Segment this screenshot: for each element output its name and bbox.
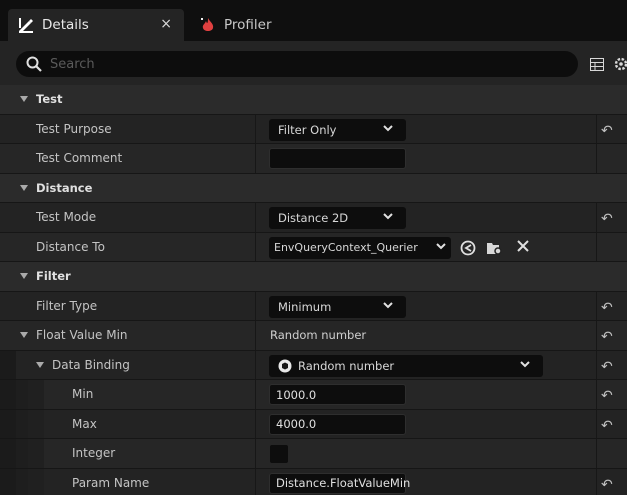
dropdown-value: Minimum — [278, 299, 332, 314]
test-purpose-dropdown[interactable]: Filter Only — [269, 118, 406, 141]
param-name-field[interactable]: Distance.FloatValueMin — [269, 472, 410, 494]
dropdown-value: EnvQueryContext_Querier — [274, 241, 418, 254]
reset-to-default-icon[interactable]: ↶ — [601, 300, 613, 316]
property-label: Test Mode — [36, 210, 97, 225]
integer-checkbox[interactable] — [270, 445, 288, 463]
distance-to-dropdown[interactable]: EnvQueryContext_Querier — [269, 236, 451, 259]
row-param-name: Param Name Distance.FloatValueMin ↶ — [0, 468, 627, 495]
property-label: Test Comment — [36, 151, 123, 166]
details-panel: Test Test Purpose Filter Only ↶ Test Com… — [0, 85, 627, 495]
close-icon[interactable]: × — [160, 16, 172, 32]
dropdown-value: Filter Only — [278, 122, 337, 137]
search-toolbar: Search — [0, 41, 627, 85]
test-comment-field[interactable] — [269, 148, 406, 169]
category-label: Distance — [36, 180, 93, 195]
data-binding-icon — [278, 359, 292, 373]
reset-to-default-icon[interactable]: ↶ — [601, 418, 613, 434]
tab-profiler[interactable]: Profiler — [190, 9, 300, 41]
tab-profiler-label: Profiler — [224, 17, 272, 33]
search-placeholder: Search — [50, 56, 95, 72]
field-value: 1000.0 — [276, 387, 317, 402]
category-label: Test — [36, 92, 63, 107]
max-field[interactable]: 4000.0 — [269, 413, 406, 435]
reset-to-default-icon[interactable]: ↶ — [601, 359, 613, 375]
reset-to-default-icon[interactable]: ↶ — [601, 388, 613, 404]
category-filter[interactable]: Filter — [0, 262, 627, 292]
property-value: Random number — [270, 328, 367, 343]
reset-to-default-icon[interactable]: ↶ — [601, 123, 613, 139]
clear-icon[interactable] — [516, 239, 530, 253]
chevron-down-icon — [382, 299, 394, 314]
filter-type-dropdown[interactable]: Minimum — [269, 295, 406, 318]
tab-bar: Details × Profiler — [0, 0, 627, 41]
details-pencil-icon — [16, 15, 36, 35]
row-min: Min 1000.0 ↶ — [0, 380, 627, 410]
row-distance-to: Distance To EnvQueryContext_Querier — [0, 232, 627, 262]
reset-to-default-icon[interactable]: ↶ — [601, 211, 613, 227]
min-field[interactable]: 1000.0 — [269, 384, 406, 405]
row-data-binding: Data Binding Random number ↶ — [0, 350, 627, 380]
row-float-value-min: Float Value Min Random number ↶ — [0, 321, 627, 351]
dropdown-value: Random number — [298, 358, 395, 373]
chevron-down-icon — [382, 210, 394, 225]
row-test-purpose: Test Purpose Filter Only ↶ — [0, 114, 627, 144]
category-distance[interactable]: Distance — [0, 173, 627, 203]
property-label: Distance To — [36, 239, 105, 254]
expand-arrow-icon[interactable] — [20, 184, 28, 191]
data-binding-dropdown[interactable]: Random number — [269, 354, 543, 377]
row-test-comment: Test Comment — [0, 144, 627, 174]
test-mode-dropdown[interactable]: Distance 2D — [269, 207, 406, 229]
category-test[interactable]: Test — [0, 85, 627, 115]
category-label: Filter — [36, 269, 71, 284]
property-label: Float Value Min — [36, 328, 128, 343]
chevron-down-icon — [435, 240, 447, 255]
property-label: Param Name — [72, 475, 150, 490]
property-label: Data Binding — [52, 357, 130, 372]
tab-details-label: Details — [42, 17, 89, 33]
chevron-down-icon — [382, 122, 394, 137]
expand-arrow-icon[interactable] — [20, 273, 28, 280]
dropdown-value: Distance 2D — [278, 211, 349, 225]
field-value: Distance.FloatValueMin — [276, 476, 411, 490]
browse-folder-icon[interactable] — [486, 240, 504, 256]
property-label: Test Purpose — [36, 121, 112, 136]
search-input[interactable]: Search — [16, 51, 578, 77]
table-view-icon[interactable] — [590, 58, 604, 74]
tab-details[interactable]: Details × — [8, 9, 184, 41]
row-test-mode: Test Mode Distance 2D ↶ — [0, 203, 627, 233]
chevron-down-icon — [519, 358, 531, 373]
row-max: Max 4000.0 ↶ — [0, 409, 627, 439]
reset-to-default-icon[interactable]: ↶ — [601, 329, 613, 345]
reset-to-default-icon[interactable]: ↶ — [601, 477, 613, 493]
property-label: Filter Type — [36, 298, 98, 313]
use-selected-icon[interactable] — [460, 240, 476, 256]
profiler-flame-icon — [198, 15, 218, 35]
gear-icon[interactable] — [613, 56, 627, 75]
row-filter-type: Filter Type Minimum ↶ — [0, 291, 627, 321]
row-integer: Integer — [0, 439, 627, 469]
expand-arrow-icon[interactable] — [20, 96, 28, 103]
property-label: Integer — [72, 446, 116, 461]
field-value: 4000.0 — [276, 417, 317, 431]
property-label: Min — [72, 387, 94, 402]
property-label: Max — [72, 416, 97, 431]
search-icon — [26, 56, 42, 72]
